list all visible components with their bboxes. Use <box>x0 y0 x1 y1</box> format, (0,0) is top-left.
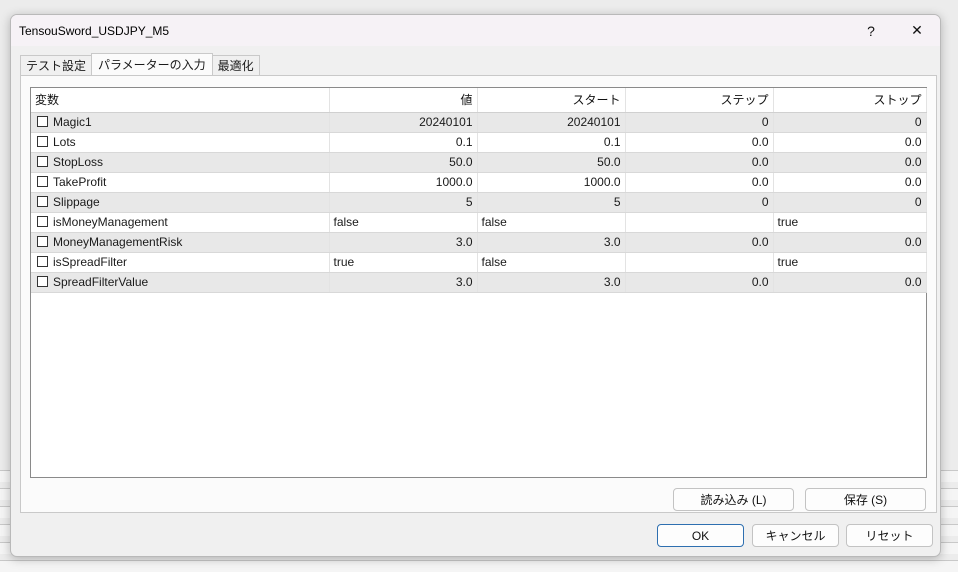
variable-cell: StopLoss <box>31 152 330 173</box>
variable-name: MoneyManagementRisk <box>53 235 183 249</box>
close-button[interactable]: ✕ <box>894 15 940 46</box>
window-title: TensouSword_USDJPY_M5 <box>19 23 170 38</box>
value-cell[interactable]: 20240101 <box>329 112 478 133</box>
column-header-start[interactable]: スタート <box>477 88 626 113</box>
value-cell[interactable]: 0.1 <box>329 132 478 153</box>
optimize-checkbox[interactable] <box>37 236 48 247</box>
tab-test-settings[interactable]: テスト設定 <box>20 55 93 75</box>
variable-name: isMoneyManagement <box>53 215 168 229</box>
variable-cell: MoneyManagementRisk <box>31 232 330 253</box>
value-cell[interactable]: 1000.0 <box>329 172 478 193</box>
step-cell[interactable]: 0 <box>625 192 774 213</box>
value-cell[interactable]: 50.0 <box>329 152 478 173</box>
value-cell[interactable]: 3.0 <box>329 232 478 253</box>
start-cell[interactable]: 3.0 <box>477 272 626 293</box>
start-cell[interactable]: false <box>477 252 626 273</box>
table-row[interactable]: Lots 0.1 0.1 0.0 0.0 <box>31 132 927 153</box>
value-cell[interactable]: 3.0 <box>329 272 478 293</box>
step-cell[interactable]: 0.0 <box>625 272 774 293</box>
cancel-button[interactable]: キャンセル <box>752 524 839 547</box>
optimize-checkbox[interactable] <box>37 196 48 207</box>
step-cell[interactable]: 0.0 <box>625 232 774 253</box>
stop-cell[interactable]: 0.0 <box>773 272 927 293</box>
variable-cell: Lots <box>31 132 330 153</box>
stop-cell[interactable]: true <box>773 252 927 273</box>
value-cell[interactable]: false <box>329 212 478 233</box>
stop-cell[interactable]: 0.0 <box>773 152 927 173</box>
variable-cell: SpreadFilterValue <box>31 272 330 293</box>
table-row[interactable]: Slippage 5 5 0 0 <box>31 192 927 213</box>
load-button[interactable]: 読み込み (L) <box>673 488 794 511</box>
close-icon: ✕ <box>911 22 923 38</box>
variable-name: StopLoss <box>53 155 104 169</box>
help-button[interactable]: ? <box>848 15 894 46</box>
parameters-panel: 変数 値 スタート ステップ ストップ Magic1 20240101 2024… <box>20 75 937 513</box>
title-bar: TensouSword_USDJPY_M5 ? ✕ <box>11 15 940 46</box>
stop-cell[interactable]: 0.0 <box>773 232 927 253</box>
table-row[interactable]: StopLoss 50.0 50.0 0.0 0.0 <box>31 152 927 173</box>
reset-button[interactable]: リセット <box>846 524 933 547</box>
variable-name: isSpreadFilter <box>53 255 128 269</box>
table-row[interactable]: TakeProfit 1000.0 1000.0 0.0 0.0 <box>31 172 927 193</box>
variable-cell: Slippage <box>31 192 330 213</box>
column-header-variable[interactable]: 変数 <box>31 88 330 113</box>
step-cell[interactable]: 0.0 <box>625 132 774 153</box>
table-row[interactable]: MoneyManagementRisk 3.0 3.0 0.0 0.0 <box>31 232 927 253</box>
stop-cell[interactable]: 0 <box>773 112 927 133</box>
stop-cell[interactable]: 0.0 <box>773 132 927 153</box>
grid-header-row: 変数 値 スタート ステップ ストップ <box>31 88 927 113</box>
step-cell[interactable]: 0.0 <box>625 172 774 193</box>
variable-cell: Magic1 <box>31 112 330 133</box>
column-header-value[interactable]: 値 <box>329 88 478 113</box>
background-window-strip <box>0 560 958 572</box>
parameters-grid: 変数 値 スタート ステップ ストップ Magic1 20240101 2024… <box>30 87 927 478</box>
start-cell[interactable]: 1000.0 <box>477 172 626 193</box>
step-cell[interactable]: 0 <box>625 112 774 133</box>
stop-cell[interactable]: true <box>773 212 927 233</box>
step-cell[interactable] <box>625 212 774 233</box>
table-row[interactable]: isSpreadFilter true false true <box>31 252 927 273</box>
column-header-stop[interactable]: ストップ <box>773 88 927 113</box>
value-cell[interactable]: 5 <box>329 192 478 213</box>
start-cell[interactable]: 0.1 <box>477 132 626 153</box>
variable-name: SpreadFilterValue <box>53 275 149 289</box>
table-row[interactable]: SpreadFilterValue 3.0 3.0 0.0 0.0 <box>31 272 927 293</box>
start-cell[interactable]: 5 <box>477 192 626 213</box>
start-cell[interactable]: 20240101 <box>477 112 626 133</box>
variable-name: Lots <box>53 135 76 149</box>
step-cell[interactable]: 0.0 <box>625 152 774 173</box>
value-cell[interactable]: true <box>329 252 478 273</box>
optimize-checkbox[interactable] <box>37 136 48 147</box>
variable-name: Magic1 <box>53 115 92 129</box>
start-cell[interactable]: false <box>477 212 626 233</box>
optimize-checkbox[interactable] <box>37 276 48 287</box>
stop-cell[interactable]: 0 <box>773 192 927 213</box>
ok-button[interactable]: OK <box>657 524 744 547</box>
optimize-checkbox[interactable] <box>37 176 48 187</box>
tab-strip: テスト設定 パラメーターの入力 最適化 <box>20 53 260 75</box>
optimize-checkbox[interactable] <box>37 256 48 267</box>
variable-name: Slippage <box>53 195 100 209</box>
table-row[interactable]: Magic1 20240101 20240101 0 0 <box>31 112 927 133</box>
optimize-checkbox[interactable] <box>37 216 48 227</box>
tab-optimization[interactable]: 最適化 <box>211 55 260 75</box>
step-cell[interactable] <box>625 252 774 273</box>
stop-cell[interactable]: 0.0 <box>773 172 927 193</box>
variable-name: TakeProfit <box>53 175 107 189</box>
optimize-checkbox[interactable] <box>37 156 48 167</box>
table-row[interactable]: isMoneyManagement false false true <box>31 212 927 233</box>
save-button[interactable]: 保存 (S) <box>805 488 926 511</box>
optimize-checkbox[interactable] <box>37 116 48 127</box>
variable-cell: TakeProfit <box>31 172 330 193</box>
tab-parameters[interactable]: パラメーターの入力 <box>91 53 213 75</box>
variable-cell: isSpreadFilter <box>31 252 330 273</box>
start-cell[interactable]: 50.0 <box>477 152 626 173</box>
start-cell[interactable]: 3.0 <box>477 232 626 253</box>
tester-properties-dialog: TensouSword_USDJPY_M5 ? ✕ テスト設定 パラメーターの入… <box>10 14 941 557</box>
column-header-step[interactable]: ステップ <box>625 88 774 113</box>
variable-cell: isMoneyManagement <box>31 212 330 233</box>
